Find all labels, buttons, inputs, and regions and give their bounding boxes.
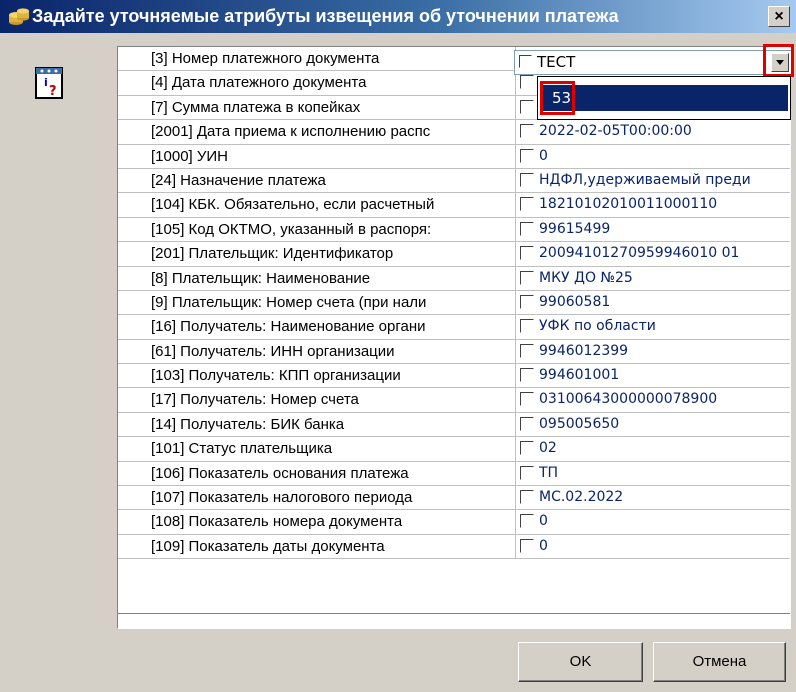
attribute-name: [14] Получатель: БИК банка <box>118 412 516 437</box>
table-row[interactable]: [17] Получатель: Номер счета 031006430000… <box>118 388 790 413</box>
editor-value[interactable]: ТЕСТ <box>537 52 575 73</box>
row-checkbox[interactable] <box>520 197 534 212</box>
attribute-value[interactable]: 095005650 <box>539 413 619 436</box>
row-checkbox[interactable] <box>520 294 534 309</box>
attribute-name: [106] Показатель основания платежа <box>118 461 516 486</box>
attribute-name: [8] Плательщик: Наименование <box>118 266 516 290</box>
row-checkbox[interactable] <box>520 343 534 358</box>
attribute-name: [2001] Дата приема к исполнению распс <box>118 120 516 144</box>
row-checkbox[interactable] <box>520 465 534 480</box>
table-row[interactable]: [16] Получатель: Наименование органи УФК … <box>118 315 790 340</box>
attribute-name: [17] Получатель: Номер счета <box>118 388 516 412</box>
attribute-value[interactable]: 0 <box>539 145 548 168</box>
table-row[interactable]: [14] Получатель: БИК банка 095005650 <box>118 412 790 438</box>
row-checkbox[interactable] <box>520 319 534 334</box>
row-checkbox[interactable] <box>520 514 534 529</box>
value-editor-combobox[interactable]: ТЕСТ <box>514 50 792 75</box>
row-checkbox[interactable] <box>520 490 534 505</box>
svg-text:?: ? <box>49 84 57 99</box>
attribute-value[interactable]: 99060581 <box>539 291 610 314</box>
table-row[interactable]: [105] Код ОКТМО, указанный в распоря: 996… <box>118 217 790 243</box>
grid-divider <box>118 613 790 614</box>
table-row[interactable]: [101] Статус плательщика 02 <box>118 437 790 462</box>
row-checkbox[interactable] <box>520 148 534 163</box>
attribute-value[interactable]: 9946012399 <box>539 340 628 363</box>
attribute-name: [107] Показатель налогового периода <box>118 486 516 510</box>
table-row[interactable]: [107] Показатель налогового периода МС.02… <box>118 486 790 511</box>
svg-text:i: i <box>44 76 48 89</box>
row-checkbox[interactable] <box>520 99 534 114</box>
attribute-name: [105] Код ОКТМО, указанный в распоря: <box>118 217 516 242</box>
attribute-value[interactable]: 02 <box>539 437 557 460</box>
attribute-name: [4] Дата платежного документа <box>118 71 516 95</box>
dropdown-list[interactable]: 53 <box>537 76 791 120</box>
attribute-name: [16] Получатель: Наименование органи <box>118 315 516 339</box>
attribute-name: [103] Получатель: КПП организации <box>118 364 516 388</box>
attribute-name: [7] Сумма платежа в копейках <box>118 95 516 120</box>
attributes-grid[interactable]: [3] Номер платежного документа [4] Дата п… <box>117 46 791 629</box>
table-row[interactable]: [201] Плательщик: Идентификатор 200941012… <box>118 242 790 267</box>
attribute-value[interactable]: 20094101270959946010 01 <box>539 242 739 265</box>
row-checkbox[interactable] <box>520 172 534 187</box>
row-checkbox[interactable] <box>520 124 534 139</box>
row-checkbox[interactable] <box>520 75 534 90</box>
row-checkbox[interactable] <box>520 221 534 236</box>
attribute-value[interactable]: 03100643000000078900 <box>539 388 717 411</box>
attribute-value[interactable]: МС.02.2022 <box>539 486 623 509</box>
attribute-value[interactable]: 99615499 <box>539 218 610 241</box>
info-notepad-icon: i ? <box>35 67 63 99</box>
table-row[interactable]: [2001] Дата приема к исполнению распс 202… <box>118 120 790 145</box>
attribute-name: [1000] УИН <box>118 144 516 168</box>
cancel-button[interactable]: Отмена <box>653 642 786 682</box>
attribute-name: [101] Статус плательщика <box>118 437 516 461</box>
table-row[interactable]: [61] Получатель: ИНН организации 99460123… <box>118 339 790 365</box>
window-title: Задайте уточняемые атрибуты извещения об… <box>32 6 619 26</box>
attribute-value[interactable]: 18210102010011000110 <box>539 193 717 216</box>
table-row[interactable]: [1000] УИН 0 <box>118 144 790 169</box>
attribute-name: [201] Плательщик: Идентификатор <box>118 242 516 266</box>
row-checkbox[interactable] <box>520 270 534 285</box>
table-row[interactable]: [9] Плательщик: Номер счета (при нали 990… <box>118 290 790 316</box>
attribute-value[interactable]: 994601001 <box>539 364 619 387</box>
attribute-value[interactable]: ТП <box>539 462 558 485</box>
table-row[interactable]: [8] Плательщик: Наименование МКУ ДО №25 <box>118 266 790 291</box>
attribute-name: [61] Получатель: ИНН организации <box>118 339 516 364</box>
attribute-value[interactable]: 0 <box>539 510 548 533</box>
table-row[interactable]: [108] Показатель номера документа 0 <box>118 510 790 535</box>
table-row[interactable]: [109] Показатель даты документа 0 <box>118 534 790 560</box>
row-checkbox[interactable] <box>520 416 534 431</box>
attribute-name: [3] Номер платежного документа <box>118 47 516 71</box>
table-row[interactable]: [106] Показатель основания платежа ТП <box>118 461 790 487</box>
attribute-name: [109] Показатель даты документа <box>118 534 516 559</box>
attribute-value[interactable]: НДФЛ,удерживаемый преди <box>539 169 751 192</box>
close-button[interactable]: × <box>768 6 790 27</box>
attribute-name: [108] Показатель номера документа <box>118 510 516 534</box>
attribute-name: [104] КБК. Обязательно, если расчетный <box>118 193 516 217</box>
table-row[interactable]: [104] КБК. Обязательно, если расчетный 18… <box>118 193 790 218</box>
title-bar: Задайте уточняемые атрибуты извещения об… <box>0 0 796 33</box>
attribute-value[interactable]: УФК по области <box>539 315 656 338</box>
attributes-rows: [3] Номер платежного документа [4] Дата п… <box>118 47 790 560</box>
dropdown-button-highlight <box>763 44 794 77</box>
attribute-value[interactable]: МКУ ДО №25 <box>539 267 633 290</box>
dropdown-option-highlight <box>540 81 575 115</box>
row-checkbox[interactable] <box>520 441 534 456</box>
row-checkbox[interactable] <box>520 392 534 407</box>
attribute-value[interactable]: 0 <box>539 535 548 558</box>
row-checkbox[interactable] <box>520 246 534 261</box>
table-row[interactable]: [24] Назначение платежа НДФЛ,удерживаемый… <box>118 168 790 194</box>
attribute-name: [24] Назначение платежа <box>118 168 516 193</box>
editor-checkbox[interactable] <box>519 55 532 68</box>
row-checkbox[interactable] <box>520 538 534 553</box>
coins-icon <box>9 8 29 25</box>
row-checkbox[interactable] <box>520 368 534 383</box>
ok-button[interactable]: OK <box>518 642 643 682</box>
attribute-name: [9] Плательщик: Номер счета (при нали <box>118 290 516 315</box>
table-row[interactable]: [103] Получатель: КПП организации 9946010… <box>118 364 790 389</box>
dropdown-option[interactable]: 53 <box>542 85 788 111</box>
attribute-value[interactable]: 2022-02-05T00:00:00 <box>539 120 692 143</box>
